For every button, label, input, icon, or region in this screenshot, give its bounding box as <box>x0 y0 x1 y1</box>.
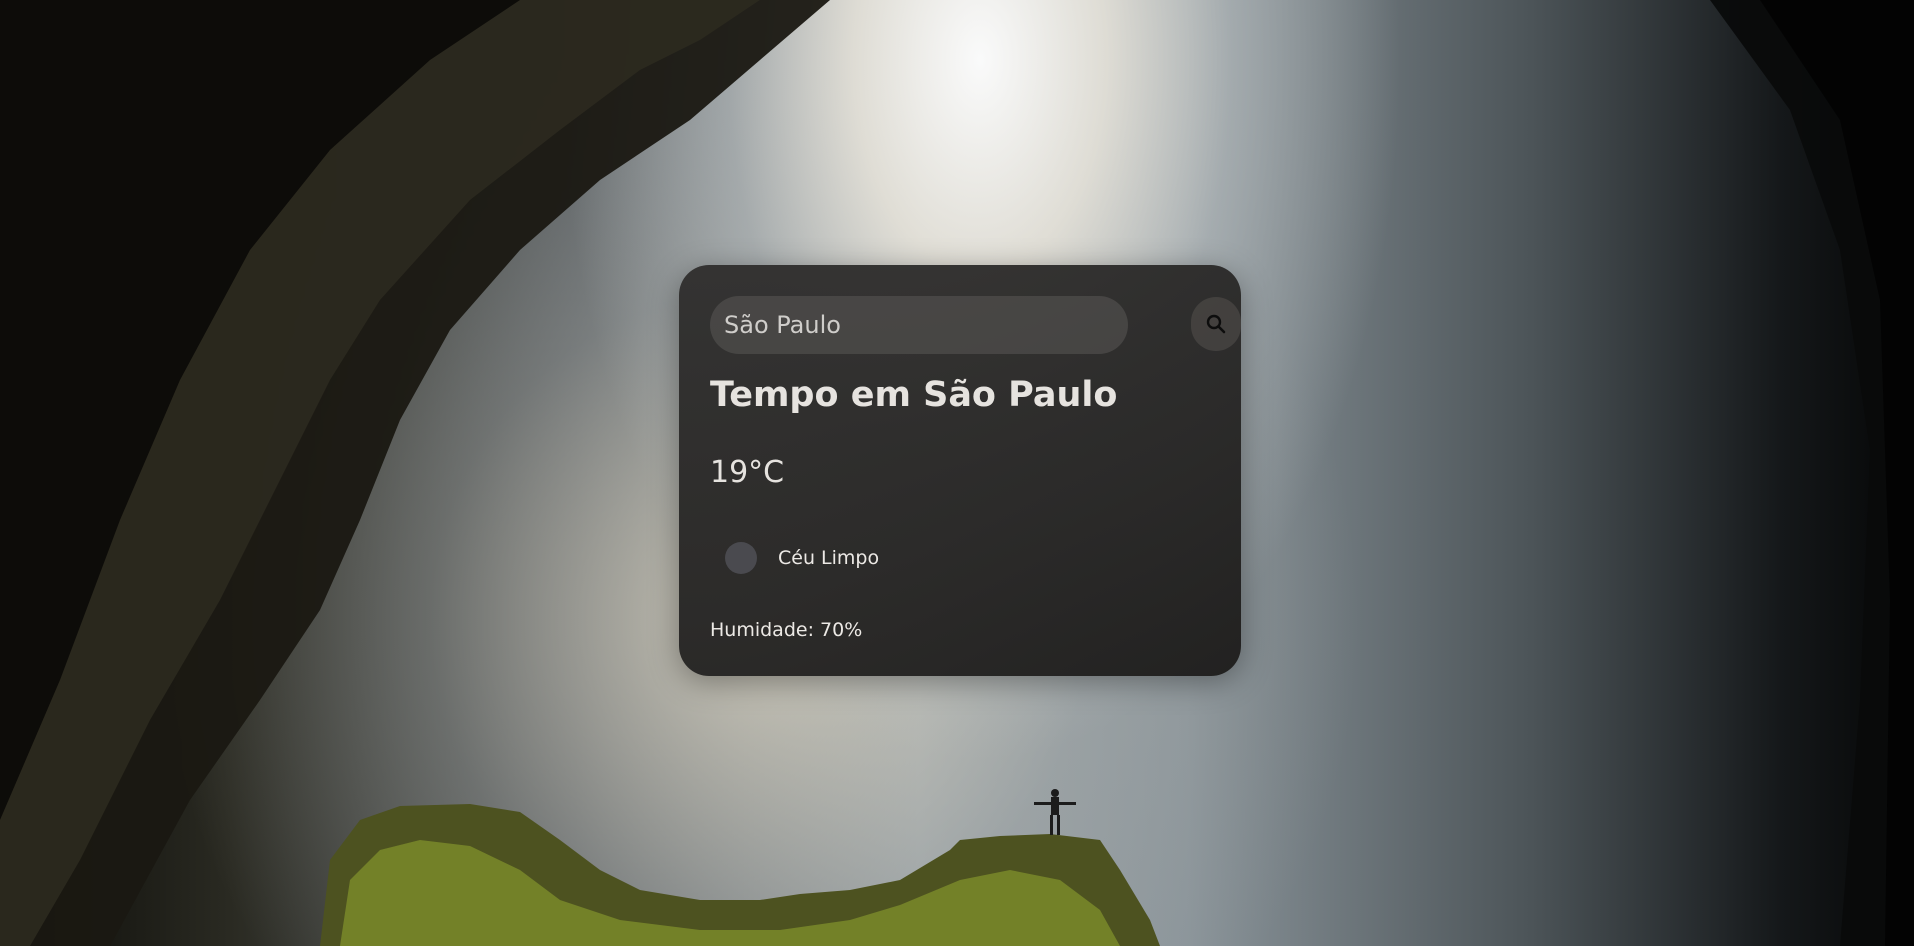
humidity: Humidade: 70% <box>710 619 863 641</box>
weather-title: Tempo em São Paulo <box>710 375 1118 415</box>
condition-label: Céu Limpo <box>778 547 880 569</box>
weather-card: Tempo em São Paulo 19°C Céu Limpo Humida… <box>679 265 1241 676</box>
city-search-input[interactable] <box>710 296 1128 354</box>
weather-icon <box>725 542 757 574</box>
weather-condition: Céu Limpo <box>725 541 879 575</box>
search-icon <box>1206 314 1226 334</box>
search-bar <box>710 296 1241 354</box>
search-button[interactable] <box>1191 297 1241 351</box>
temperature: 19°C <box>710 455 785 490</box>
